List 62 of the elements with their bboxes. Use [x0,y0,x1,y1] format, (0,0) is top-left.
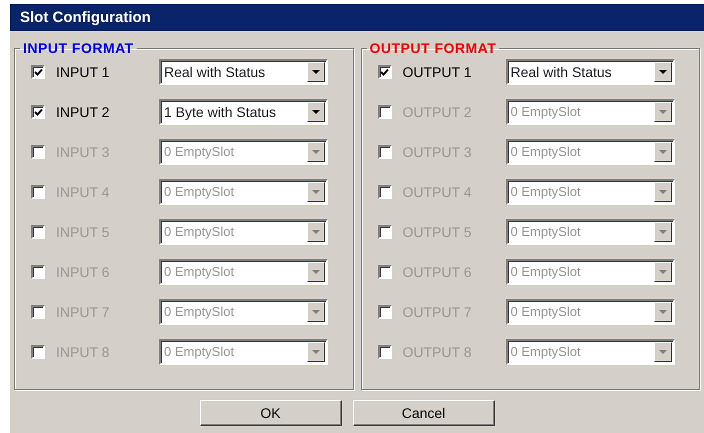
checkbox[interactable] [31,65,45,79]
slot-label: OUTPUT 1 [402,62,472,82]
dropdown-arrow-button[interactable] [654,342,672,362]
dropdown-arrow-button[interactable] [307,102,325,122]
caret-icon [658,110,666,114]
dialog-button[interactable]: Cancel [352,400,494,426]
slot-label: INPUT 4 [56,182,110,202]
caret-icon [312,310,320,314]
caret-icon [312,110,320,114]
slot-label: INPUT 7 [56,302,110,322]
slot-label: OUTPUT 3 [402,142,472,162]
group-title: INPUT FORMAT [22,40,135,56]
dropdown-arrow-button[interactable] [654,102,672,122]
dropdown-arrow-button[interactable] [307,342,325,362]
slot-label: INPUT 6 [56,262,110,282]
caret-icon [312,350,320,354]
dropdown-arrow-button[interactable] [307,222,325,242]
dropdown-arrow-button[interactable] [307,182,325,202]
dropdown-arrow-button[interactable] [654,182,672,202]
dropdown-arrow-button[interactable] [654,262,672,282]
dialog-button[interactable]: OK [200,400,342,426]
check-icon [380,68,389,76]
caret-icon [312,270,320,274]
caret-icon [658,190,666,194]
slot-label: OUTPUT 6 [402,262,472,282]
caret-icon [658,150,666,154]
dropdown-arrow-button[interactable] [654,302,672,322]
dropdown[interactable]: 1 Byte with Status [159,99,328,125]
slot-label: INPUT 8 [56,342,110,362]
caret-icon [312,230,320,234]
checkbox[interactable] [378,65,392,79]
slot-label: OUTPUT 5 [402,222,472,242]
caret-icon [658,350,666,354]
group-title: OUTPUT FORMAT [368,40,498,56]
checkbox[interactable] [31,105,45,119]
slot-label: INPUT 3 [56,142,110,162]
check-icon [34,68,42,76]
caret-icon [312,190,320,194]
dropdown[interactable]: Real with Status [506,59,674,85]
dropdown-arrow-button[interactable] [307,142,325,162]
slot-label: OUTPUT 7 [402,302,472,322]
dropdown-arrow-button[interactable] [654,222,672,242]
caret-icon [658,230,666,234]
slot-label: INPUT 5 [56,222,110,242]
dropdown-arrow-button[interactable] [654,62,672,82]
caret-icon [658,270,666,274]
window-title: Slot Configuration [10,4,704,31]
dropdown-arrow-button[interactable] [654,142,672,162]
dropdown-arrow-button[interactable] [307,62,325,82]
slot-label: OUTPUT 2 [402,102,472,122]
dropdown-arrow-button[interactable] [307,302,325,322]
slot-label: INPUT 1 [56,62,110,82]
slot-label: OUTPUT 4 [402,182,472,202]
caret-icon [658,70,666,74]
slot-label: INPUT 2 [56,102,110,122]
caret-icon [312,70,320,74]
check-icon [34,108,42,116]
dropdown-arrow-button[interactable] [307,262,325,282]
slot-label: OUTPUT 8 [402,342,472,362]
caret-icon [312,150,320,154]
dropdown[interactable]: Real with Status [159,59,328,85]
caret-icon [658,310,666,314]
